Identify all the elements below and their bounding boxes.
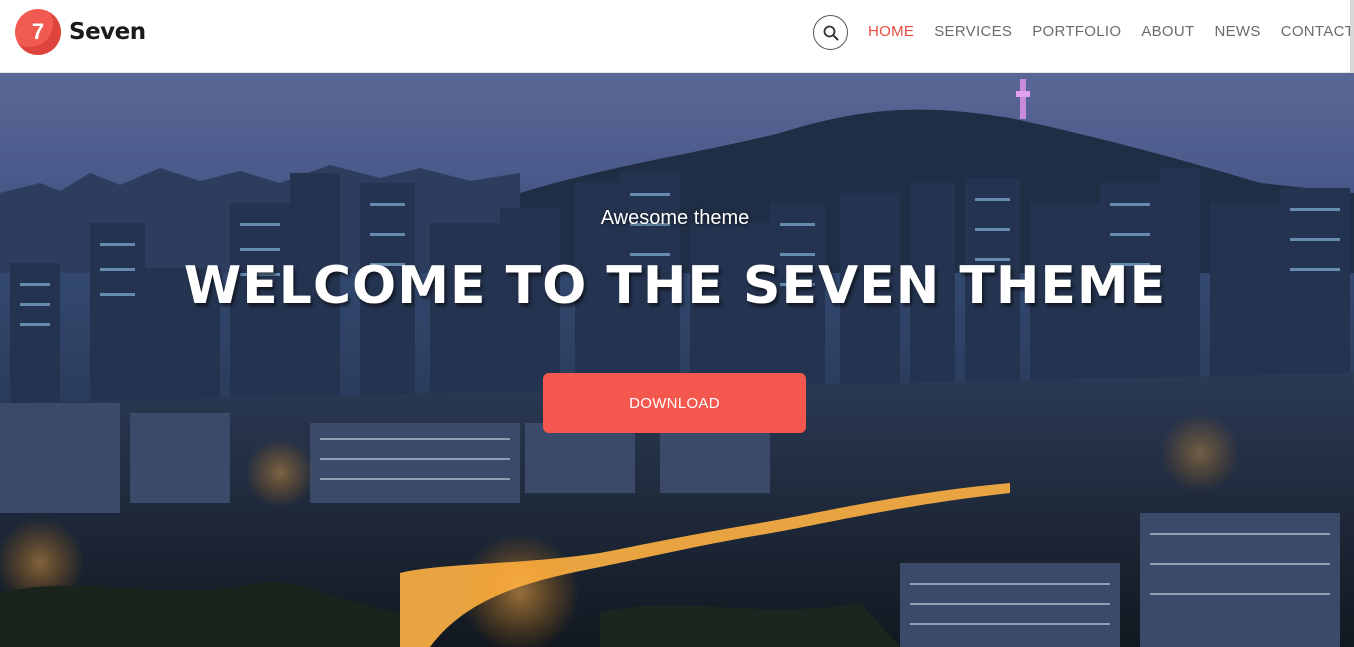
- main-nav: HOME SERVICES PORTFOLIO ABOUT NEWS CONTA…: [868, 22, 1354, 42]
- nav-link-news[interactable]: NEWS: [1215, 22, 1261, 42]
- search-icon: [823, 25, 838, 40]
- hero-title: WELCOME TO THE SEVEN THEME: [183, 256, 1167, 316]
- brand-name[interactable]: Seven: [69, 19, 146, 45]
- nav-link-home[interactable]: HOME: [868, 22, 914, 42]
- hero-background-image: [0, 73, 1354, 647]
- navbar: 7 Seven HOME SERVICES PORTFOLIO ABOUT NE…: [0, 0, 1354, 73]
- search-button[interactable]: [813, 15, 848, 50]
- nav-link-about[interactable]: ABOUT: [1141, 22, 1194, 42]
- nav-link-portfolio[interactable]: PORTFOLIO: [1032, 22, 1121, 42]
- hero-subtitle: Awesome theme: [600, 207, 750, 229]
- logo-badge[interactable]: 7: [15, 9, 61, 55]
- scrollbar[interactable]: [1350, 0, 1354, 73]
- nav-link-contact[interactable]: CONTACT: [1281, 22, 1354, 42]
- download-button[interactable]: DOWNLOAD: [543, 373, 806, 433]
- brand[interactable]: 7 Seven: [15, 9, 146, 55]
- nav-link-services[interactable]: SERVICES: [934, 22, 1012, 42]
- hero-section: Awesome theme WELCOME TO THE SEVEN THEME…: [0, 73, 1354, 647]
